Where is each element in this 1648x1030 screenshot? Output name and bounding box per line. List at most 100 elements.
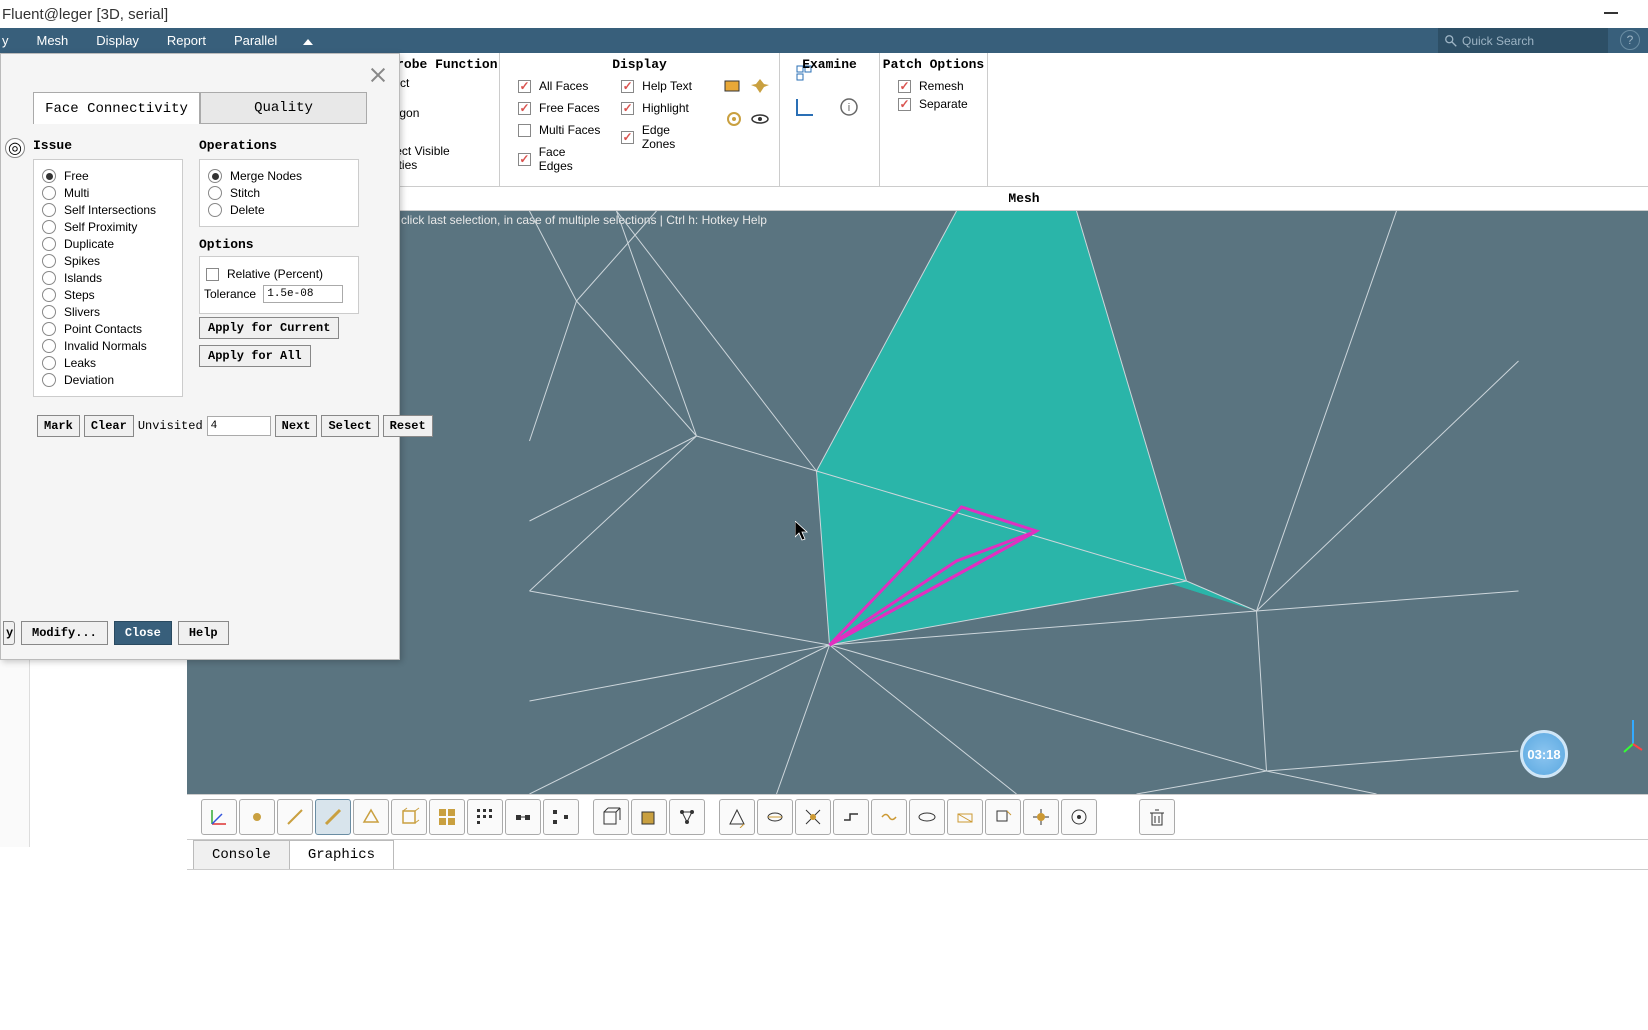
face-edges-checkbox[interactable]: Face Edges <box>518 145 601 173</box>
menu-report[interactable]: Report <box>153 28 220 53</box>
tool-g[interactable] <box>947 799 983 835</box>
issue-multi[interactable]: Multi <box>42 186 174 200</box>
display-tool-icon[interactable] <box>723 77 745 100</box>
help-button[interactable]: ? <box>1620 30 1640 50</box>
edge-zones-checkbox[interactable]: Edge Zones <box>621 123 705 151</box>
timer-badge: 03:18 <box>1520 730 1568 778</box>
diagnostics-dialog: ◎ Face Connectivity Quality Issue Free M… <box>0 53 400 660</box>
tool-i[interactable] <box>1023 799 1059 835</box>
issue-leaks[interactable]: Leaks <box>42 356 174 370</box>
display-tool-icon[interactable] <box>723 110 745 133</box>
section-title: Display <box>500 57 779 72</box>
tool-node[interactable] <box>239 799 275 835</box>
mesh-viewport[interactable]: click last selection, in case of multipl… <box>187 211 1648 794</box>
apply-for-current-button[interactable]: Apply for Current <box>199 317 339 339</box>
tool-c[interactable] <box>795 799 831 835</box>
help-button[interactable]: Help <box>178 621 229 645</box>
issue-duplicate[interactable]: Duplicate <box>42 237 174 251</box>
search-placeholder: Quick Search <box>1462 34 1534 48</box>
examine-corner-icon[interactable] <box>788 93 822 121</box>
all-faces-checkbox[interactable]: All Faces <box>518 79 601 93</box>
menu-item[interactable]: y <box>0 28 23 53</box>
mark-button[interactable]: Mark <box>37 415 80 437</box>
tool-d[interactable] <box>833 799 869 835</box>
op-delete[interactable]: Delete <box>208 203 350 217</box>
tool-snap[interactable] <box>505 799 541 835</box>
tool-f[interactable] <box>909 799 945 835</box>
help-text-checkbox[interactable]: Help Text <box>621 79 705 93</box>
tool-j[interactable] <box>1061 799 1097 835</box>
tool-graph[interactable] <box>669 799 705 835</box>
tolerance-input[interactable] <box>263 285 343 303</box>
issue-group: Free Multi Self Intersections Self Proxi… <box>33 159 183 397</box>
tool-e[interactable] <box>871 799 907 835</box>
tool-align[interactable] <box>543 799 579 835</box>
bottom-tabs: Console Graphics <box>187 840 1648 870</box>
apply-button-partial[interactable]: y <box>3 621 15 645</box>
issue-steps[interactable]: Steps <box>42 288 174 302</box>
menu-expand[interactable] <box>291 33 325 48</box>
multi-faces-checkbox[interactable]: Multi Faces <box>518 123 601 137</box>
relative-percent-checkbox[interactable]: Relative (Percent) <box>206 267 352 281</box>
tool-axes[interactable] <box>201 799 237 835</box>
tool-h[interactable] <box>985 799 1021 835</box>
tab-quality[interactable]: Quality <box>200 92 367 124</box>
unvisited-input[interactable] <box>207 416 271 436</box>
target-icon[interactable]: ◎ <box>5 138 25 158</box>
tool-face[interactable] <box>353 799 389 835</box>
issue-deviation[interactable]: Deviation <box>42 373 174 387</box>
tool-cell[interactable] <box>391 799 427 835</box>
close-button[interactable]: Close <box>114 621 172 645</box>
tab-face-connectivity[interactable]: Face Connectivity <box>33 92 200 124</box>
tool-b[interactable] <box>757 799 793 835</box>
quick-search[interactable]: Quick Search <box>1438 28 1608 53</box>
display-tool-icon[interactable] <box>749 110 771 133</box>
separate-checkbox[interactable]: Separate <box>898 97 969 111</box>
delete-button[interactable] <box>1139 799 1175 835</box>
display-section: Display All Faces Free Faces Multi Faces… <box>500 53 780 186</box>
modify-button[interactable]: Modify... <box>21 621 108 645</box>
next-button[interactable]: Next <box>275 415 318 437</box>
tool-box1[interactable] <box>593 799 629 835</box>
svg-text:i: i <box>848 102 850 114</box>
tool-edge-select[interactable] <box>315 799 351 835</box>
tab-graphics[interactable]: Graphics <box>289 840 394 869</box>
op-merge-nodes[interactable]: Merge Nodes <box>208 169 350 183</box>
issue-free[interactable]: Free <box>42 169 174 183</box>
tool-edge[interactable] <box>277 799 313 835</box>
issue-point-contacts[interactable]: Point Contacts <box>42 322 174 336</box>
remesh-checkbox[interactable]: Remesh <box>898 79 969 93</box>
issue-islands[interactable]: Islands <box>42 271 174 285</box>
op-stitch[interactable]: Stitch <box>208 186 350 200</box>
options-group: Relative (Percent) Tolerance <box>199 256 359 314</box>
issue-self-intersections[interactable]: Self Intersections <box>42 203 174 217</box>
apply-for-all-button[interactable]: Apply for All <box>199 345 311 367</box>
highlight-checkbox[interactable]: Highlight <box>621 101 705 115</box>
issue-title: Issue <box>33 138 183 153</box>
menubar: y Mesh Display Report Parallel Quick Sea… <box>0 28 1648 53</box>
menu-mesh[interactable]: Mesh <box>23 28 83 53</box>
tab-console[interactable]: Console <box>193 840 290 869</box>
issue-spikes[interactable]: Spikes <box>42 254 174 268</box>
clear-button[interactable]: Clear <box>84 415 134 437</box>
minimize-button[interactable] <box>1604 12 1618 14</box>
tool-grid[interactable] <box>467 799 503 835</box>
tool-a[interactable] <box>719 799 755 835</box>
issue-invalid-normals[interactable]: Invalid Normals <box>42 339 174 353</box>
section-title: Patch Options <box>880 57 987 72</box>
issue-slivers[interactable]: Slivers <box>42 305 174 319</box>
reset-button[interactable]: Reset <box>383 415 433 437</box>
free-faces-checkbox[interactable]: Free Faces <box>518 101 601 115</box>
tool-box2[interactable] <box>631 799 667 835</box>
operations-group: Merge Nodes Stitch Delete <box>199 159 359 227</box>
menu-display[interactable]: Display <box>82 28 153 53</box>
titlebar: Fluent@leger [3D, serial] <box>0 0 1648 28</box>
tool-zone[interactable] <box>429 799 465 835</box>
menu-parallel[interactable]: Parallel <box>220 28 291 53</box>
select-button[interactable]: Select <box>321 415 378 437</box>
close-icon[interactable] <box>369 66 387 84</box>
display-tool-icon[interactable] <box>749 77 771 100</box>
issue-self-proximity[interactable]: Self Proximity <box>42 220 174 234</box>
mesh-toolbar <box>187 794 1648 840</box>
info-icon[interactable]: i <box>832 93 866 121</box>
